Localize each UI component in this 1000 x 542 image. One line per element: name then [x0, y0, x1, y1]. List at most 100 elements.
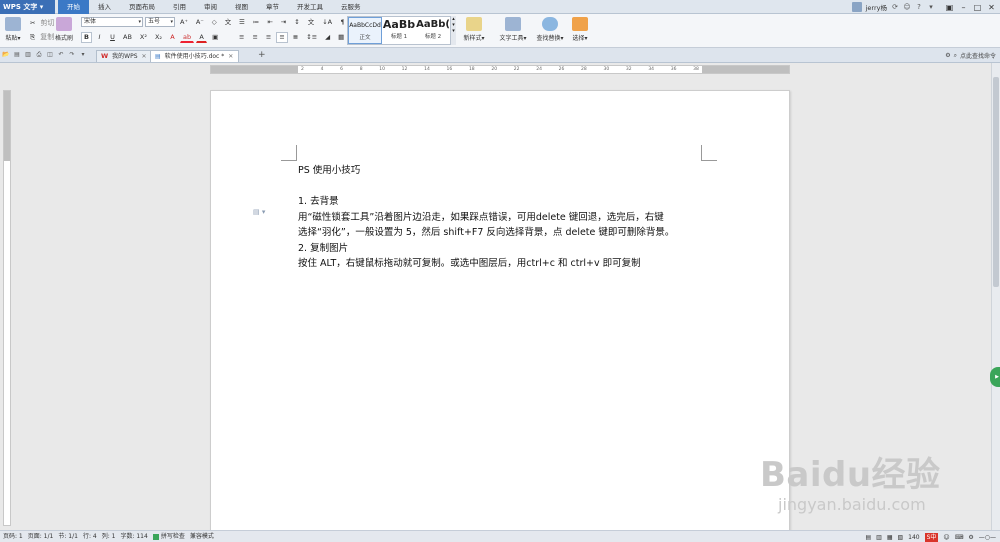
undo-icon[interactable]: ↶	[57, 51, 65, 59]
indent-icon[interactable]: ⇥	[278, 17, 289, 28]
line-spacing-icon[interactable]: ↕≡	[303, 32, 320, 43]
bold-icon[interactable]: B	[81, 31, 92, 43]
close-icon[interactable]: ✕	[987, 3, 996, 12]
side-float-button[interactable]: ▶	[990, 367, 1000, 387]
help-icon[interactable]: ?	[915, 3, 923, 11]
customize-icon[interactable]: ▾	[79, 51, 87, 59]
align-center-icon[interactable]: ≡	[249, 32, 260, 43]
zoom-slider[interactable]: —○—	[979, 532, 996, 542]
copy-button[interactable]: ⎘ 复制	[27, 31, 54, 43]
redo-icon[interactable]: ↷	[68, 51, 76, 59]
tab-insert[interactable]: 插入	[89, 0, 120, 14]
preview-icon[interactable]: ◫	[46, 51, 54, 59]
text-effect-icon[interactable]: A	[167, 32, 178, 43]
app-menu-button[interactable]: WPS 文字 ▾	[0, 0, 55, 14]
view-mode-icon[interactable]: ▥	[876, 532, 882, 542]
restore-icon[interactable]: ▣	[945, 3, 954, 12]
settings-icon[interactable]: ⚙	[945, 52, 950, 59]
maximize-icon[interactable]: □	[973, 3, 982, 12]
username[interactable]: jerry杨	[866, 2, 887, 12]
view-mode-icon[interactable]: ▧	[897, 532, 903, 542]
find-replace-button[interactable]: 查找替换▾	[534, 17, 566, 42]
subscript-icon[interactable]: X₂	[152, 32, 165, 43]
tab-references[interactable]: 引用	[164, 0, 195, 14]
command-search[interactable]: ⚙ ⌕ 点此查找命令	[945, 51, 996, 61]
format-painter-button[interactable]: 格式刷	[53, 17, 75, 42]
print-icon[interactable]: ⎙	[35, 51, 43, 59]
close-icon[interactable]: ✕	[142, 51, 147, 62]
scroll-thumb[interactable]	[993, 77, 999, 287]
tab-home[interactable]: 开始	[58, 0, 89, 14]
tab-view[interactable]: 视图	[226, 0, 257, 14]
style-heading-1[interactable]: AaBb 标题 1	[382, 17, 416, 44]
tab-page-layout[interactable]: 页面布局	[120, 0, 164, 14]
minimize-icon[interactable]: –	[959, 3, 968, 12]
close-icon[interactable]: ✕	[228, 51, 233, 62]
new-style-button[interactable]: 新样式▾	[461, 17, 487, 42]
vertical-scrollbar[interactable]: ▶	[990, 63, 1000, 530]
borders-icon[interactable]: ▦	[335, 32, 347, 43]
align-right-icon[interactable]: ≡	[263, 32, 274, 43]
align-left-icon[interactable]: ≡	[236, 32, 247, 43]
tab-chapter[interactable]: 章节	[257, 0, 288, 14]
ime-indicator[interactable]: S中	[924, 533, 939, 542]
avatar[interactable]	[851, 2, 862, 12]
paragraph-handle-icon[interactable]: ▤ ▾	[253, 208, 265, 216]
ime-tool-icon[interactable]: ⚙	[968, 532, 973, 542]
clear-format-icon[interactable]: ◇	[209, 17, 220, 28]
spell-check-toggle[interactable]: 拼写检查	[152, 531, 185, 542]
font-color-icon[interactable]: A	[196, 32, 208, 43]
export-pdf-icon[interactable]: ▥	[24, 51, 32, 59]
view-mode-icon[interactable]: ▤	[865, 532, 871, 542]
tab-developer[interactable]: 开发工具	[288, 0, 332, 14]
document-body[interactable]: PS 使用小技巧 1. 去背景 用“磁性锁套工具”沿着图片边沿走，如果踩点错误，…	[298, 163, 708, 272]
style-heading-2[interactable]: AaBb( 标题 2	[416, 17, 450, 44]
select-button[interactable]: 选择▾	[569, 17, 591, 42]
open-icon[interactable]: 📂	[2, 51, 10, 59]
shading-icon[interactable]: ◢	[322, 32, 333, 43]
ime-tool-icon[interactable]: ☺	[943, 532, 949, 542]
tab-my-wps[interactable]: W 我的WPS ✕	[96, 50, 153, 62]
document-page[interactable]: ▤ ▾ PS 使用小技巧 1. 去背景 用“磁性锁套工具”沿着图片边沿走，如果踩…	[210, 90, 790, 535]
vertical-ruler[interactable]	[3, 90, 11, 526]
chinese-layout-icon[interactable]: 文	[305, 17, 318, 28]
distribute-icon[interactable]: ≣	[290, 32, 301, 43]
bullets-icon[interactable]: ☰	[236, 17, 248, 28]
underline-icon[interactable]: U	[107, 32, 118, 43]
status-word-count[interactable]: 字数: 114	[120, 531, 147, 542]
font-name-select[interactable]: 宋体 ▾	[81, 17, 143, 27]
skin-icon[interactable]: ☺	[903, 3, 911, 11]
horizontal-ruler[interactable]: 2 4 6 8 10 12 14 16 18 20 22 24 26 28 30 32 34 36 38	[210, 65, 790, 74]
style-normal[interactable]: AaBbCcDd 正文	[348, 17, 382, 44]
sort-icon[interactable]: ↓A	[319, 17, 335, 28]
italic-icon[interactable]: I	[94, 32, 105, 43]
sync-icon[interactable]: ⟳	[891, 3, 899, 11]
outdent-icon[interactable]: ⇤	[264, 17, 275, 28]
pinyin-icon[interactable]: 文	[222, 17, 235, 28]
paste-button[interactable]: 粘贴▾	[3, 17, 23, 42]
font-size-select[interactable]: 五号 ▾	[145, 17, 175, 27]
tab-document[interactable]: ▤ 软件使用小技巧.doc * ✕	[150, 50, 240, 62]
justify-icon[interactable]: ≡	[276, 31, 288, 43]
tab-cloud[interactable]: 云服务	[332, 0, 370, 14]
add-tab-icon[interactable]: +	[258, 50, 266, 60]
grow-font-icon[interactable]: A⁺	[177, 17, 191, 28]
save-icon[interactable]: ▤	[13, 51, 21, 59]
dropdown-icon[interactable]: ▾	[927, 3, 935, 11]
zoom-level[interactable]: 140	[908, 532, 919, 542]
highlight-icon[interactable]: ab	[180, 32, 195, 43]
view-mode-icon[interactable]: ▦	[887, 532, 893, 542]
text-tools-button[interactable]: 文字工具▾	[496, 17, 530, 42]
tab-review[interactable]: 审阅	[195, 0, 226, 14]
strikethrough-icon[interactable]: AB	[120, 32, 135, 43]
superscript-icon[interactable]: X²	[137, 32, 150, 43]
text-direction-icon[interactable]: ↕	[291, 17, 302, 28]
paste-icon	[5, 17, 21, 31]
cut-button[interactable]: ✂ 剪切	[27, 17, 54, 29]
ime-tool-icon[interactable]: ⌨	[955, 532, 964, 542]
style-heading-1-name: 标题 1	[390, 34, 408, 40]
style-gallery-scroll[interactable]: ▴ ▾ ▾	[450, 16, 456, 45]
char-shading-icon[interactable]: ▣	[209, 32, 221, 43]
shrink-font-icon[interactable]: A⁻	[193, 17, 207, 28]
numbering-icon[interactable]: ≔	[250, 17, 263, 28]
